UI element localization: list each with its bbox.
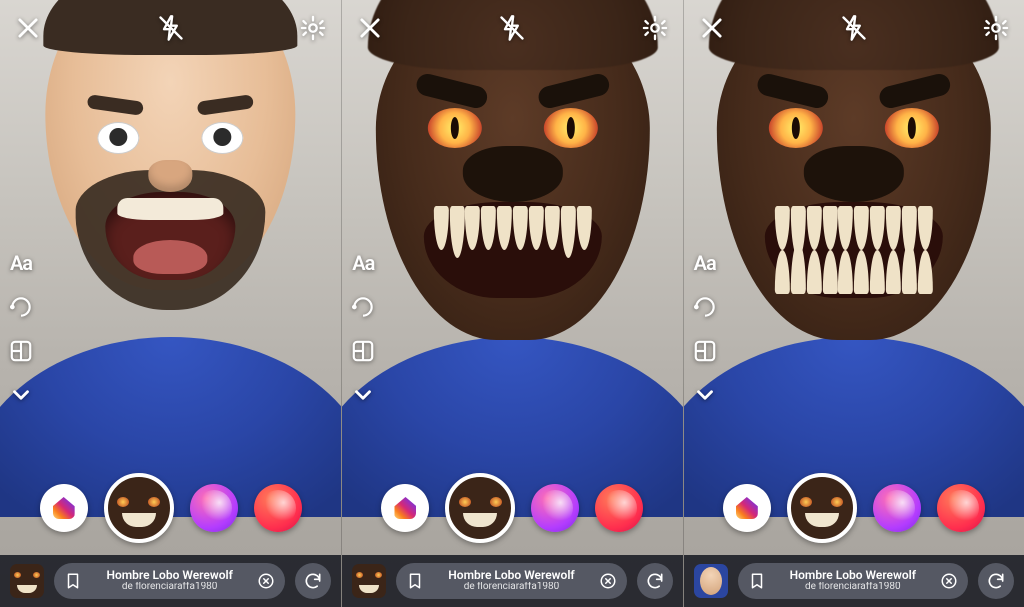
- home-gradient-icon: [736, 497, 758, 519]
- filter-chip-selected[interactable]: [445, 473, 515, 543]
- filter-title: Hombre Lobo Werewolf: [776, 569, 930, 582]
- filter-info-pill[interactable]: Hombre Lobo Werewolf de florenciaraffa19…: [738, 563, 968, 599]
- filter-chip-alt-1[interactable]: [873, 484, 921, 532]
- filter-info-pill[interactable]: Hombre Lobo Werewolf de florenciaraffa19…: [396, 563, 626, 599]
- more-tools-chevron-down-icon[interactable]: [692, 382, 718, 408]
- boomerang-tool-icon[interactable]: [692, 294, 718, 320]
- filter-title: Hombre Lobo Werewolf: [92, 569, 247, 582]
- text-tool-icon[interactable]: Aa: [8, 250, 34, 276]
- story-tools: Aa: [350, 250, 376, 408]
- flash-off-icon[interactable]: [157, 14, 185, 42]
- filter-carousel[interactable]: [0, 469, 341, 547]
- filter-thumbnail[interactable]: [352, 564, 386, 598]
- filter-chip-alt-2[interactable]: [254, 484, 302, 532]
- filter-info-pill[interactable]: Hombre Lobo Werewolf de florenciaraffa19…: [54, 563, 285, 599]
- boomerang-tool-icon[interactable]: [350, 294, 376, 320]
- filter-info-text: Hombre Lobo Werewolf de florenciaraffa19…: [776, 569, 930, 592]
- filter-carousel[interactable]: [342, 469, 682, 547]
- switch-camera-button[interactable]: [978, 563, 1014, 599]
- filter-info-text: Hombre Lobo Werewolf de florenciaraffa19…: [434, 569, 588, 592]
- filter-chip-alt-2[interactable]: [937, 484, 985, 532]
- filter-thumbnail[interactable]: [10, 564, 44, 598]
- filter-title: Hombre Lobo Werewolf: [434, 569, 588, 582]
- camera-panel-3: Aa Hombre Lobo Werewolf de florenciaraff…: [683, 0, 1024, 607]
- filter-thumbnail[interactable]: [694, 564, 728, 598]
- story-tools: Aa: [692, 250, 718, 408]
- camera-preview: [684, 0, 1024, 517]
- save-filter-icon[interactable]: [748, 572, 766, 590]
- filter-info-bar: Hombre Lobo Werewolf de florenciaraffa19…: [0, 555, 341, 607]
- camera-preview: [342, 0, 682, 517]
- story-topbar: [684, 0, 1024, 56]
- filter-info-bar: Hombre Lobo Werewolf de florenciaraffa19…: [342, 555, 682, 607]
- filter-carousel[interactable]: [684, 469, 1024, 547]
- filter-chip-create[interactable]: [723, 484, 771, 532]
- boomerang-tool-icon[interactable]: [8, 294, 34, 320]
- save-filter-icon[interactable]: [64, 572, 82, 590]
- camera-panel-1: Aa Hombre Lobo Werewolf: [0, 0, 341, 607]
- story-topbar: [0, 0, 341, 56]
- close-icon[interactable]: [698, 14, 726, 42]
- dismiss-filter-icon[interactable]: [599, 572, 617, 590]
- filter-chip-alt-2[interactable]: [595, 484, 643, 532]
- settings-gear-icon[interactable]: [982, 14, 1010, 42]
- switch-camera-button[interactable]: [637, 563, 673, 599]
- filter-chip-create[interactable]: [381, 484, 429, 532]
- layout-tool-icon[interactable]: [8, 338, 34, 364]
- flash-off-icon[interactable]: [498, 14, 526, 42]
- filter-info-text: Hombre Lobo Werewolf de florenciaraffa19…: [92, 569, 247, 592]
- filter-chip-create[interactable]: [40, 484, 88, 532]
- dismiss-filter-icon[interactable]: [940, 572, 958, 590]
- close-icon[interactable]: [14, 14, 42, 42]
- camera-panel-2: Aa Hombre Lobo Werewolf de florenciaraff…: [341, 0, 682, 607]
- switch-camera-button[interactable]: [295, 563, 331, 599]
- more-tools-chevron-down-icon[interactable]: [350, 382, 376, 408]
- settings-gear-icon[interactable]: [641, 14, 669, 42]
- story-topbar: [342, 0, 682, 56]
- text-tool-icon[interactable]: Aa: [350, 250, 376, 276]
- layout-tool-icon[interactable]: [350, 338, 376, 364]
- camera-preview: [0, 0, 341, 517]
- home-gradient-icon: [53, 497, 75, 519]
- filter-chip-alt-1[interactable]: [531, 484, 579, 532]
- filter-chip-selected[interactable]: [104, 473, 174, 543]
- filter-author: de florenciaraffa1980: [434, 582, 588, 593]
- filter-chip-selected[interactable]: [787, 473, 857, 543]
- save-filter-icon[interactable]: [406, 572, 424, 590]
- story-tools: Aa: [8, 250, 34, 408]
- filter-info-bar: Hombre Lobo Werewolf de florenciaraffa19…: [684, 555, 1024, 607]
- filter-author: de florenciaraffa1980: [776, 582, 930, 593]
- more-tools-chevron-down-icon[interactable]: [8, 382, 34, 408]
- layout-tool-icon[interactable]: [692, 338, 718, 364]
- close-icon[interactable]: [356, 14, 384, 42]
- filter-chip-alt-1[interactable]: [190, 484, 238, 532]
- flash-off-icon[interactable]: [840, 14, 868, 42]
- settings-gear-icon[interactable]: [299, 14, 327, 42]
- filter-author: de florenciaraffa1980: [92, 582, 247, 593]
- text-tool-icon[interactable]: Aa: [692, 250, 718, 276]
- home-gradient-icon: [394, 497, 416, 519]
- dismiss-filter-icon[interactable]: [257, 572, 275, 590]
